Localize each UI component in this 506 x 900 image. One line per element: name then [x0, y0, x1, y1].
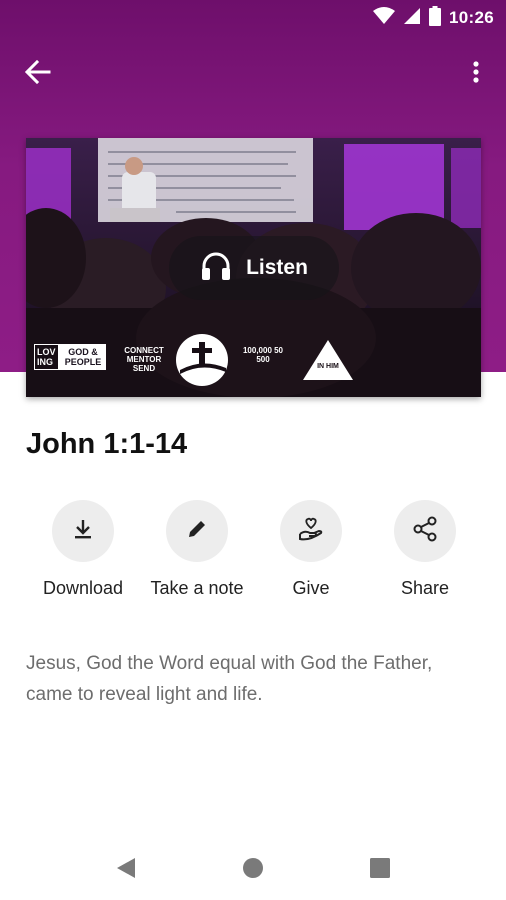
battery-icon [429, 5, 442, 31]
take-note-button[interactable]: Take a note [140, 500, 254, 599]
more-options-button[interactable] [464, 58, 488, 90]
pencil-icon [185, 517, 209, 546]
nav-home-button[interactable] [237, 854, 269, 886]
download-label: Download [42, 578, 124, 598]
take-note-label: Take a note [150, 578, 244, 598]
nav-recents-button[interactable] [364, 854, 396, 886]
svg-text:IN HIM: IN HIM [317, 363, 339, 370]
cell-signal-icon [403, 7, 421, 30]
share-button[interactable]: Share [368, 500, 482, 599]
share-label: Share [400, 578, 450, 598]
sermon-description: Jesus, God the Word equal with God the F… [26, 653, 433, 705]
app-bar [0, 48, 506, 100]
wifi-icon [373, 6, 396, 30]
listen-label: Listen [246, 256, 308, 279]
status-time: 10:26 [449, 8, 494, 27]
download-icon [71, 517, 95, 546]
download-button[interactable]: Download [26, 500, 140, 599]
give-label: Give [292, 578, 330, 598]
nav-recents-icon [370, 857, 390, 883]
arrow-back-icon [24, 59, 51, 89]
status-bar: 10:26 [0, 0, 506, 36]
sermon-title: John 1:1-14 [26, 428, 188, 460]
headphones-icon [200, 251, 232, 286]
give-button[interactable]: Give [254, 500, 368, 599]
nav-home-icon [242, 857, 264, 884]
listen-button[interactable]: Listen [169, 236, 339, 300]
nav-back-button[interactable] [110, 854, 142, 886]
system-nav-bar [0, 840, 506, 900]
giving-hand-heart-icon [297, 516, 325, 547]
share-icon [412, 516, 438, 547]
connect-mentor-send-logo: CONNECT MENTOR SEND [124, 346, 164, 373]
sermon-artwork: Listen LOV ING GOD & PEOPLE CONNECT MENT… [26, 138, 481, 397]
back-button[interactable] [20, 58, 56, 90]
in-him-logo: IN HIM [301, 338, 355, 382]
loving-god-people-logo: LOV ING GOD & PEOPLE [34, 344, 106, 370]
goal-numbers-logo: 100,000 50 500 [242, 346, 284, 364]
more-vert-icon [473, 60, 479, 89]
cross-logo [174, 332, 230, 388]
nav-back-icon [115, 856, 137, 885]
church-logos: LOV ING GOD & PEOPLE CONNECT MENTOR SEND… [26, 334, 481, 394]
action-row: Download Take a note Give Share [24, 500, 484, 610]
